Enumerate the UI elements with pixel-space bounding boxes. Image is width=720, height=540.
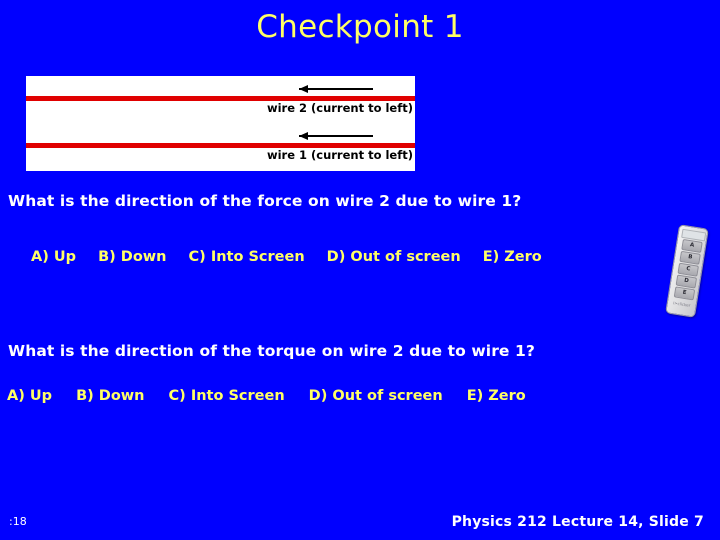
arrow-shaft (299, 135, 373, 137)
footer-credit: Physics 212 Lecture 14, Slide 7 (451, 514, 704, 530)
wire1-label: wire 1 (current to left) (266, 148, 413, 162)
wire2-current-arrow-icon (299, 83, 373, 94)
page-title: Checkpoint 1 (256, 9, 464, 45)
option-b[interactable]: B) Down (98, 249, 166, 265)
two-wire-diagram: wire 2 (current to left) wire 1 (current… (26, 76, 415, 171)
option-e[interactable]: E) Zero (467, 388, 526, 404)
question-2-text: What is the direction of the torque on w… (8, 342, 536, 360)
question-1-options: A) Up B) Down C) Into Screen D) Out of s… (31, 249, 564, 265)
question-1-text: What is the direction of the force on wi… (8, 192, 522, 210)
option-c[interactable]: C) Into Screen (189, 249, 305, 265)
wire1-current-arrow-icon (299, 130, 373, 141)
option-c[interactable]: C) Into Screen (169, 388, 285, 404)
wire2-label: wire 2 (current to left) (266, 101, 413, 115)
option-a[interactable]: A) Up (31, 249, 76, 265)
clicker-body: A B C D E i>clicker (665, 224, 709, 318)
option-b[interactable]: B) Down (76, 388, 144, 404)
clicker-brand-label: i>clicker (672, 300, 691, 308)
option-a[interactable]: A) Up (7, 388, 52, 404)
clicker-remote-image: A B C D E i>clicker (664, 224, 720, 320)
slide-canvas: Checkpoint 1 wire 2 (current to left) wi… (0, 0, 720, 540)
countdown-timer: :18 (9, 515, 27, 528)
arrow-head (299, 131, 308, 140)
clicker-button-e[interactable]: E (673, 286, 696, 301)
option-d[interactable]: D) Out of screen (309, 388, 443, 404)
option-d[interactable]: D) Out of screen (327, 249, 461, 265)
option-e[interactable]: E) Zero (483, 249, 542, 265)
arrow-shaft (299, 88, 373, 90)
arrow-head (299, 84, 308, 93)
question-2-options: A) Up B) Down C) Into Screen D) Out of s… (7, 388, 550, 404)
